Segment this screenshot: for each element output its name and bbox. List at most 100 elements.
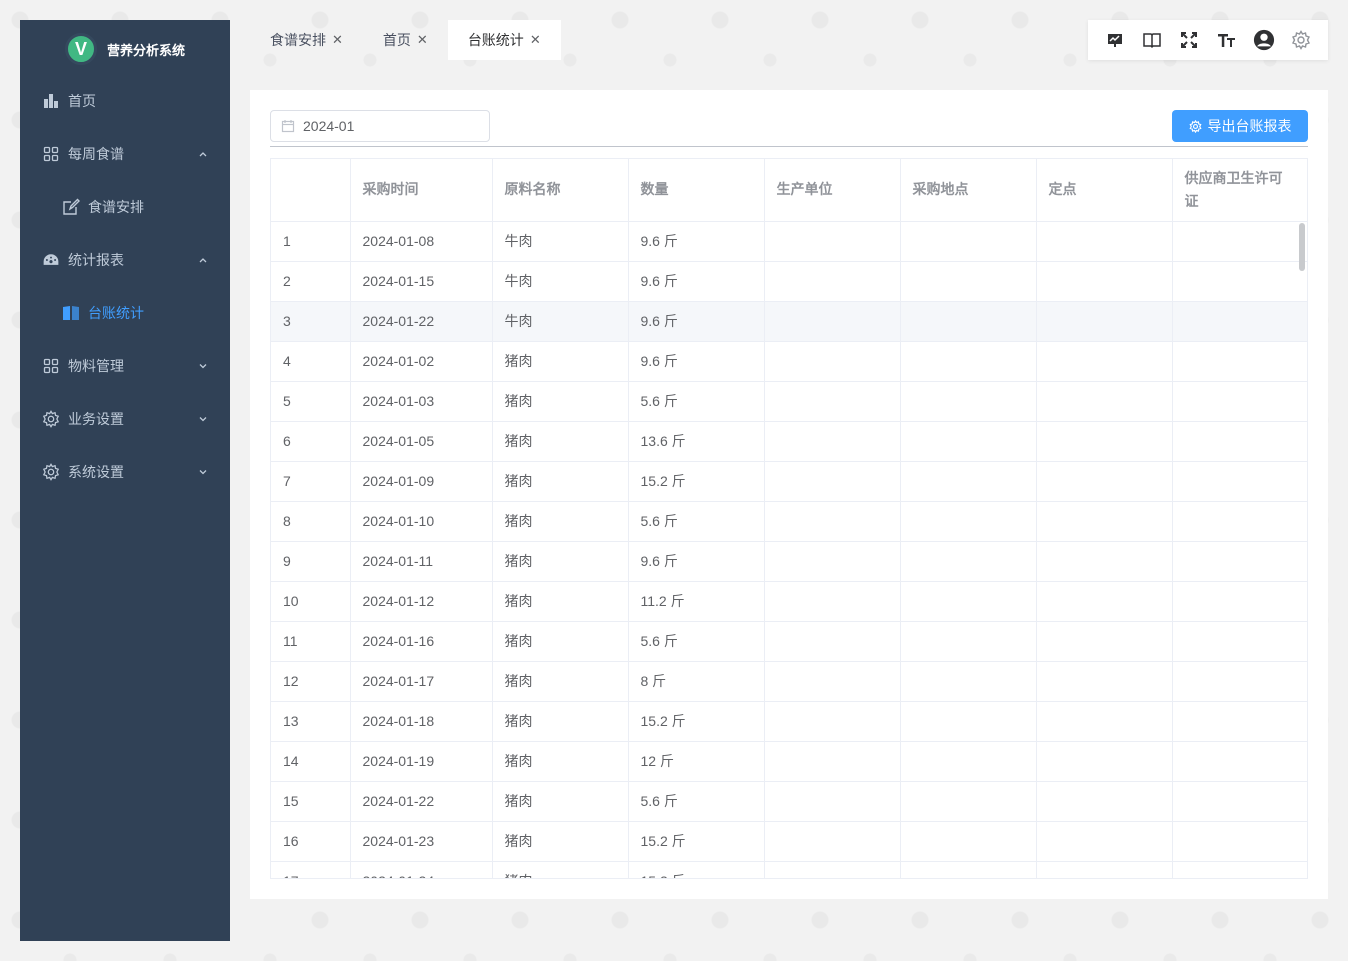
table-row[interactable]: 2 2024-01-15 牛肉 9.6 斤: [271, 261, 1307, 302]
table-cell: 3: [271, 301, 351, 342]
table-cell: [1172, 301, 1307, 342]
table-cell: [1172, 621, 1307, 662]
grid-icon: [42, 145, 60, 163]
sidebar-item[interactable]: 食谱安排: [20, 180, 230, 233]
table-cell: 猪肉: [492, 861, 629, 878]
month-picker[interactable]: 2024-01: [270, 110, 490, 142]
table-cell: 猪肉: [492, 421, 629, 462]
table-cell: 8: [271, 501, 351, 542]
table-row[interactable]: 16 2024-01-23 猪肉 15.2 斤: [271, 821, 1307, 862]
table-row[interactable]: 15 2024-01-22 猪肉 5.6 斤: [271, 781, 1307, 822]
table-cell: 5.6 斤: [628, 621, 765, 662]
sidebar-item[interactable]: 业务设置: [20, 392, 230, 445]
table-cell: 猪肉: [492, 381, 629, 422]
export-button[interactable]: 导出台账报表: [1172, 110, 1308, 142]
calendar-icon: [281, 120, 295, 133]
table-cell: [900, 741, 1037, 782]
book-icon[interactable]: [1141, 29, 1163, 51]
sidebar-item[interactable]: 统计报表: [20, 233, 230, 286]
tab[interactable]: 台账统计 ✕: [447, 20, 561, 60]
table-cell: [1036, 501, 1173, 542]
table-cell: 猪肉: [492, 621, 629, 662]
table-cell: [764, 701, 901, 742]
table-cell: 牛肉: [492, 301, 629, 342]
table-cell: [764, 821, 901, 862]
table-cell: 8 斤: [628, 661, 765, 702]
table-row[interactable]: 8 2024-01-10 猪肉 5.6 斤: [271, 501, 1307, 542]
sidebar-item[interactable]: 台账统计: [20, 286, 230, 339]
table-row[interactable]: 7 2024-01-09 猪肉 15.2 斤: [271, 461, 1307, 502]
main-panel: 2024-01 导出台账报表 采购时间 原料名称 数量 生产单位 采购地点 定点 供应商卫生…: [250, 90, 1328, 899]
table-cell: [1036, 821, 1173, 862]
table-cell: 11: [271, 621, 351, 662]
table-cell: 9.6 斤: [628, 341, 765, 382]
table-cell: 2024-01-18: [350, 701, 493, 742]
table-scrollbar[interactable]: [1299, 223, 1305, 271]
table-cell: 11.2 斤: [628, 581, 765, 622]
tab[interactable]: 首页 ✕: [363, 20, 448, 60]
table-cell: [900, 581, 1037, 622]
sidebar-item-label: 系统设置: [68, 463, 124, 480]
table-cell: [1036, 861, 1173, 878]
sidebar-item[interactable]: 每周食谱: [20, 127, 230, 180]
chevron-down-icon: [198, 467, 208, 477]
table-row[interactable]: 10 2024-01-12 猪肉 11.2 斤: [271, 581, 1307, 622]
table-row[interactable]: 3 2024-01-22 牛肉 9.6 斤: [271, 301, 1307, 342]
table-cell: [900, 501, 1037, 542]
screen-icon[interactable]: [1104, 29, 1126, 51]
table-cell: 猪肉: [492, 661, 629, 702]
chevron-up-icon: [198, 149, 208, 159]
table-cell: [1172, 381, 1307, 422]
table-row[interactable]: 14 2024-01-19 猪肉 12 斤: [271, 741, 1307, 782]
table-cell: [764, 581, 901, 622]
close-icon[interactable]: ✕: [417, 32, 428, 48]
font-size-icon[interactable]: [1216, 29, 1238, 51]
app-logo[interactable]: V 营养分析系统: [20, 24, 230, 74]
sidebar-item[interactable]: 系统设置: [20, 445, 230, 498]
table-cell: 2024-01-02: [350, 341, 493, 382]
close-icon[interactable]: ✕: [332, 32, 343, 48]
column-header: 供应商卫生许可证: [1172, 159, 1307, 222]
logo-icon: V: [64, 33, 97, 65]
close-icon[interactable]: ✕: [530, 32, 541, 48]
settings-icon[interactable]: [1290, 29, 1312, 51]
table-cell: 9.6 斤: [628, 221, 765, 262]
table-row[interactable]: 1 2024-01-08 牛肉 9.6 斤: [271, 221, 1307, 262]
table-cell: [764, 661, 901, 702]
table-cell: [764, 741, 901, 782]
table-cell: [764, 381, 901, 422]
table-row[interactable]: 13 2024-01-18 猪肉 15.2 斤: [271, 701, 1307, 742]
tab[interactable]: 食谱安排 ✕: [250, 20, 363, 60]
table-row[interactable]: 9 2024-01-11 猪肉 9.6 斤: [271, 541, 1307, 582]
table-cell: [1036, 581, 1173, 622]
table-cell: 猪肉: [492, 701, 629, 742]
table-row[interactable]: 4 2024-01-02 猪肉 9.6 斤: [271, 341, 1307, 382]
table-cell: [900, 861, 1037, 878]
table-cell: 7: [271, 461, 351, 502]
sidebar-item[interactable]: 首页: [20, 74, 230, 127]
table-row[interactable]: 6 2024-01-05 猪肉 13.6 斤: [271, 421, 1307, 462]
table-row[interactable]: 11 2024-01-16 猪肉 5.6 斤: [271, 621, 1307, 662]
table-cell: 牛肉: [492, 221, 629, 262]
table-cell: 牛肉: [492, 261, 629, 302]
table-row[interactable]: 172024-01-24猪肉15.2 斤: [271, 861, 1307, 878]
avatar-icon[interactable]: [1253, 29, 1275, 51]
table-cell: [1036, 781, 1173, 822]
fullscreen-icon[interactable]: [1178, 29, 1200, 51]
edit-icon: [62, 198, 80, 216]
table-cell: 12: [271, 661, 351, 702]
table-cell: [1036, 301, 1173, 342]
table-cell: [900, 461, 1037, 502]
table-row[interactable]: 12 2024-01-17 猪肉 8 斤: [271, 661, 1307, 702]
table-cell: [1172, 261, 1307, 302]
table-cell: [1172, 221, 1307, 262]
table-cell: 2024-01-12: [350, 581, 493, 622]
table-row[interactable]: 5 2024-01-03 猪肉 5.6 斤: [271, 381, 1307, 422]
table-cell: 15.2 斤: [628, 701, 765, 742]
table-cell: [900, 221, 1037, 262]
table-cell: 15.2 斤: [628, 861, 765, 878]
table-cell: [764, 261, 901, 302]
sidebar-item[interactable]: 物料管理: [20, 339, 230, 392]
table-cell: 2024-01-16: [350, 621, 493, 662]
table-cell: [900, 261, 1037, 302]
